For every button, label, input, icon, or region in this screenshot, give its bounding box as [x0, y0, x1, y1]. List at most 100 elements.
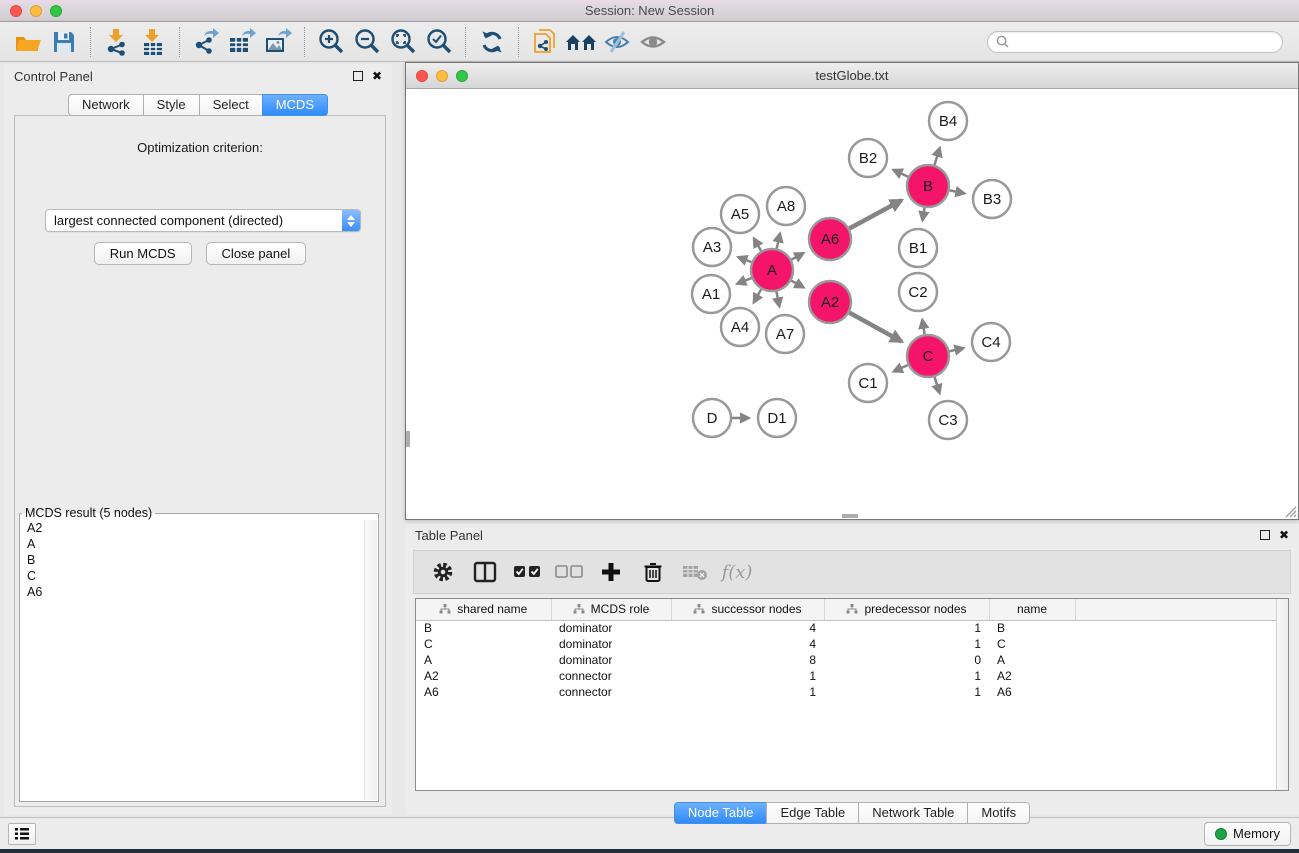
tab-motifs[interactable]: Motifs: [967, 802, 1030, 824]
import-table-button[interactable]: [135, 26, 171, 58]
horizontal-scroll-hint[interactable]: [842, 514, 858, 518]
memory-button[interactable]: Memory: [1204, 822, 1291, 846]
zoom-out-button[interactable]: [349, 26, 385, 58]
minimize-window-button[interactable]: [30, 5, 42, 17]
tab-network[interactable]: Network: [68, 94, 144, 116]
vertical-scroll-hint[interactable]: [406, 431, 410, 447]
result-item[interactable]: C: [21, 568, 364, 584]
search-field[interactable]: [987, 31, 1283, 53]
node-B1[interactable]: B1: [899, 229, 937, 267]
edge-B-B2[interactable]: [893, 170, 908, 177]
tab-mcds[interactable]: MCDS: [262, 94, 328, 116]
delete-column-button[interactable]: [638, 557, 668, 587]
node-A4[interactable]: A4: [721, 308, 759, 346]
float-table-panel-icon[interactable]: [1260, 530, 1270, 540]
close-panel-button[interactable]: Close panel: [206, 242, 307, 265]
show-all-button[interactable]: [635, 26, 671, 58]
zoom-window-button[interactable]: [50, 5, 62, 17]
node-C4[interactable]: C4: [972, 323, 1010, 361]
close-network-button[interactable]: [416, 70, 428, 82]
node-C1[interactable]: C1: [849, 364, 887, 402]
result-item[interactable]: A2: [21, 520, 364, 536]
table-scrollbar[interactable]: [1276, 599, 1288, 790]
node-A8[interactable]: A8: [767, 187, 805, 225]
export-table-button[interactable]: [224, 26, 260, 58]
criterion-dropdown[interactable]: largest connected component (directed): [45, 209, 361, 232]
export-image-button[interactable]: [260, 26, 296, 58]
zoom-network-button[interactable]: [456, 70, 468, 82]
save-session-button[interactable]: [46, 26, 82, 58]
network-from-selection-button[interactable]: [527, 26, 563, 58]
edge-C-C3[interactable]: [935, 377, 940, 393]
zoom-fit-button[interactable]: [385, 26, 421, 58]
minimize-network-button[interactable]: [436, 70, 448, 82]
edge-A-A1[interactable]: [737, 278, 751, 284]
column-header-successor-nodes[interactable]: successor nodes: [671, 599, 824, 620]
edge-C-C2[interactable]: [922, 320, 924, 335]
close-window-button[interactable]: [10, 5, 22, 17]
node-C3[interactable]: C3: [929, 401, 967, 439]
result-item[interactable]: B: [21, 552, 364, 568]
hide-selected-button[interactable]: [599, 26, 635, 58]
edge-A-A5[interactable]: [754, 238, 761, 251]
edge-B-B4[interactable]: [934, 148, 939, 165]
tab-select[interactable]: Select: [199, 94, 263, 116]
toggle-table-view-button[interactable]: [470, 557, 500, 587]
edge-A2-C[interactable]: [849, 313, 901, 342]
search-input[interactable]: [1014, 35, 1274, 49]
close-table-panel-icon[interactable]: ✖: [1279, 530, 1289, 540]
first-neighbors-button[interactable]: [563, 26, 599, 58]
node-A2[interactable]: A2: [809, 281, 851, 323]
node-B4[interactable]: B4: [929, 102, 967, 140]
export-network-button[interactable]: [188, 26, 224, 58]
edge-A-A6[interactable]: [791, 253, 803, 259]
tab-style[interactable]: Style: [143, 94, 200, 116]
node-D1[interactable]: D1: [758, 399, 796, 437]
import-network-button[interactable]: [99, 26, 135, 58]
resize-grip-icon[interactable]: [1283, 504, 1297, 518]
column-header-name[interactable]: name: [989, 599, 1075, 620]
tab-network-table[interactable]: Network Table: [858, 802, 968, 824]
edge-A-A2[interactable]: [791, 281, 803, 288]
node-D[interactable]: D: [693, 399, 731, 437]
node-A3[interactable]: A3: [693, 228, 731, 266]
apply-layout-button[interactable]: [474, 26, 510, 58]
zoom-in-button[interactable]: [313, 26, 349, 58]
network-graph[interactable]: B4B2BB3A8A5A6B1A3AC2A1A2A4A7C4CC1C3DD1: [406, 89, 1298, 515]
mcds-result-list[interactable]: A2 A B C A6: [21, 520, 364, 800]
node-A6[interactable]: A6: [809, 218, 851, 260]
result-item[interactable]: A: [21, 536, 364, 552]
edge-A-A3[interactable]: [738, 257, 751, 262]
edge-A-A7[interactable]: [776, 292, 779, 307]
network-window-titlebar[interactable]: testGlobe.txt: [406, 63, 1298, 89]
add-column-button[interactable]: [596, 557, 626, 587]
zoom-selected-button[interactable]: [421, 26, 457, 58]
edge-A-A4[interactable]: [754, 289, 762, 302]
result-scrollbar[interactable]: [364, 520, 377, 800]
edge-C-C4[interactable]: [949, 348, 963, 351]
edge-B-B1[interactable]: [922, 208, 924, 221]
node-B2[interactable]: B2: [849, 139, 887, 177]
table-row[interactable]: A2connector 11 A2: [416, 668, 1288, 684]
node-B[interactable]: B: [907, 165, 949, 207]
table-row[interactable]: A6connector 11 A6: [416, 684, 1288, 700]
deselect-all-button[interactable]: [554, 557, 584, 587]
table-row[interactable]: Bdominator 41 B: [416, 620, 1288, 636]
run-mcds-button[interactable]: Run MCDS: [94, 242, 192, 265]
edge-B-B3[interactable]: [950, 190, 965, 193]
float-panel-icon[interactable]: [353, 71, 363, 81]
tab-edge-table[interactable]: Edge Table: [766, 802, 859, 824]
close-panel-icon[interactable]: ✖: [372, 71, 382, 81]
result-item[interactable]: A6: [21, 584, 364, 600]
edge-A-A8[interactable]: [777, 233, 780, 248]
node-A5[interactable]: A5: [721, 195, 759, 233]
column-header-shared-name[interactable]: shared name: [416, 599, 551, 620]
node-B3[interactable]: B3: [973, 180, 1011, 218]
node-C[interactable]: C: [907, 335, 949, 377]
select-all-button[interactable]: [512, 557, 542, 587]
node-A1[interactable]: A1: [692, 275, 730, 313]
network-canvas[interactable]: B4B2BB3A8A5A6B1A3AC2A1A2A4A7C4CC1C3DD1: [406, 89, 1298, 515]
column-header-mcds-role[interactable]: MCDS role: [551, 599, 671, 620]
node-C2[interactable]: C2: [899, 273, 937, 311]
table-row[interactable]: Cdominator 41 C: [416, 636, 1288, 652]
